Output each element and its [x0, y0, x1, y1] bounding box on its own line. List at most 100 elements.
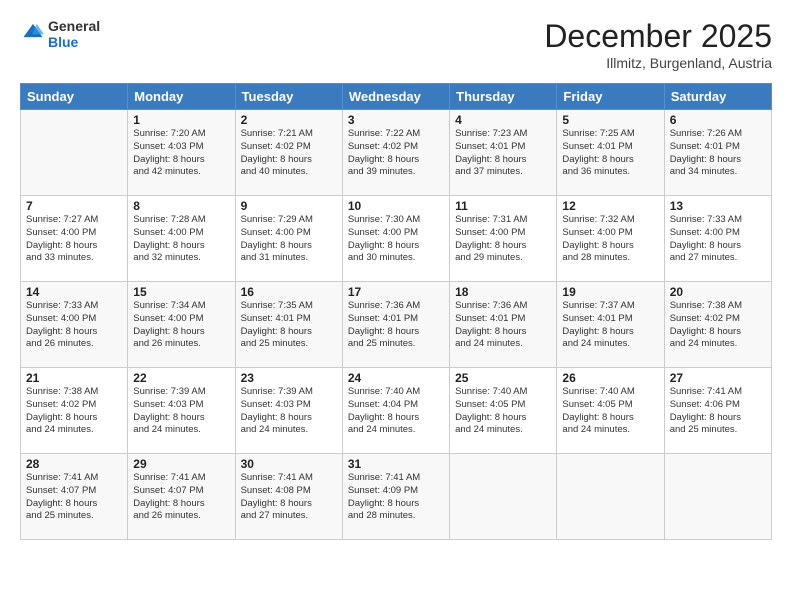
day-info: Sunrise: 7:40 AMSunset: 4:05 PMDaylight:…	[562, 386, 658, 437]
day-info: Sunrise: 7:33 AMSunset: 4:00 PMDaylight:…	[670, 214, 766, 265]
day-number: 5	[562, 113, 658, 127]
calendar-cell: 27Sunrise: 7:41 AMSunset: 4:06 PMDayligh…	[664, 368, 771, 454]
calendar-cell: 22Sunrise: 7:39 AMSunset: 4:03 PMDayligh…	[128, 368, 235, 454]
calendar-week-3: 14Sunrise: 7:33 AMSunset: 4:00 PMDayligh…	[21, 282, 772, 368]
logo-blue: Blue	[48, 34, 100, 50]
calendar-week-5: 28Sunrise: 7:41 AMSunset: 4:07 PMDayligh…	[21, 454, 772, 540]
day-number: 2	[241, 113, 337, 127]
day-number: 6	[670, 113, 766, 127]
day-number: 9	[241, 199, 337, 213]
day-info: Sunrise: 7:41 AMSunset: 4:08 PMDaylight:…	[241, 472, 337, 523]
day-number: 7	[26, 199, 122, 213]
day-number: 4	[455, 113, 551, 127]
calendar-cell: 6Sunrise: 7:26 AMSunset: 4:01 PMDaylight…	[664, 110, 771, 196]
day-number: 21	[26, 371, 122, 385]
day-info: Sunrise: 7:34 AMSunset: 4:00 PMDaylight:…	[133, 300, 229, 351]
calendar-cell: 3Sunrise: 7:22 AMSunset: 4:02 PMDaylight…	[342, 110, 449, 196]
calendar-cell: 30Sunrise: 7:41 AMSunset: 4:08 PMDayligh…	[235, 454, 342, 540]
calendar-cell: 11Sunrise: 7:31 AMSunset: 4:00 PMDayligh…	[450, 196, 557, 282]
logo-general: General	[48, 18, 100, 34]
day-info: Sunrise: 7:21 AMSunset: 4:02 PMDaylight:…	[241, 128, 337, 179]
weekday-header-tuesday: Tuesday	[235, 84, 342, 110]
weekday-header-friday: Friday	[557, 84, 664, 110]
day-info: Sunrise: 7:38 AMSunset: 4:02 PMDaylight:…	[26, 386, 122, 437]
day-number: 18	[455, 285, 551, 299]
day-number: 29	[133, 457, 229, 471]
calendar-cell: 4Sunrise: 7:23 AMSunset: 4:01 PMDaylight…	[450, 110, 557, 196]
weekday-header-thursday: Thursday	[450, 84, 557, 110]
day-info: Sunrise: 7:41 AMSunset: 4:06 PMDaylight:…	[670, 386, 766, 437]
day-number: 11	[455, 199, 551, 213]
calendar-cell	[450, 454, 557, 540]
day-number: 17	[348, 285, 444, 299]
calendar-cell	[664, 454, 771, 540]
day-number: 12	[562, 199, 658, 213]
title-block: December 2025 Illmitz, Burgenland, Austr…	[544, 18, 772, 71]
day-info: Sunrise: 7:41 AMSunset: 4:07 PMDaylight:…	[133, 472, 229, 523]
calendar-cell: 17Sunrise: 7:36 AMSunset: 4:01 PMDayligh…	[342, 282, 449, 368]
day-number: 25	[455, 371, 551, 385]
day-info: Sunrise: 7:31 AMSunset: 4:00 PMDaylight:…	[455, 214, 551, 265]
weekday-header-saturday: Saturday	[664, 84, 771, 110]
calendar-cell: 23Sunrise: 7:39 AMSunset: 4:03 PMDayligh…	[235, 368, 342, 454]
logo: General Blue	[20, 18, 100, 50]
day-info: Sunrise: 7:27 AMSunset: 4:00 PMDaylight:…	[26, 214, 122, 265]
calendar-cell: 8Sunrise: 7:28 AMSunset: 4:00 PMDaylight…	[128, 196, 235, 282]
calendar-cell: 26Sunrise: 7:40 AMSunset: 4:05 PMDayligh…	[557, 368, 664, 454]
calendar-cell: 7Sunrise: 7:27 AMSunset: 4:00 PMDaylight…	[21, 196, 128, 282]
day-number: 20	[670, 285, 766, 299]
day-info: Sunrise: 7:29 AMSunset: 4:00 PMDaylight:…	[241, 214, 337, 265]
day-info: Sunrise: 7:32 AMSunset: 4:00 PMDaylight:…	[562, 214, 658, 265]
calendar-cell: 14Sunrise: 7:33 AMSunset: 4:00 PMDayligh…	[21, 282, 128, 368]
day-info: Sunrise: 7:40 AMSunset: 4:05 PMDaylight:…	[455, 386, 551, 437]
day-info: Sunrise: 7:28 AMSunset: 4:00 PMDaylight:…	[133, 214, 229, 265]
calendar-cell	[21, 110, 128, 196]
calendar-cell: 31Sunrise: 7:41 AMSunset: 4:09 PMDayligh…	[342, 454, 449, 540]
day-number: 1	[133, 113, 229, 127]
calendar-cell	[557, 454, 664, 540]
header: General Blue December 2025 Illmitz, Burg…	[20, 18, 772, 71]
calendar-cell: 28Sunrise: 7:41 AMSunset: 4:07 PMDayligh…	[21, 454, 128, 540]
calendar-cell: 1Sunrise: 7:20 AMSunset: 4:03 PMDaylight…	[128, 110, 235, 196]
calendar-cell: 21Sunrise: 7:38 AMSunset: 4:02 PMDayligh…	[21, 368, 128, 454]
weekday-header-row: SundayMondayTuesdayWednesdayThursdayFrid…	[21, 84, 772, 110]
day-number: 10	[348, 199, 444, 213]
day-info: Sunrise: 7:26 AMSunset: 4:01 PMDaylight:…	[670, 128, 766, 179]
calendar-cell: 18Sunrise: 7:36 AMSunset: 4:01 PMDayligh…	[450, 282, 557, 368]
location: Illmitz, Burgenland, Austria	[544, 55, 772, 71]
calendar-cell: 20Sunrise: 7:38 AMSunset: 4:02 PMDayligh…	[664, 282, 771, 368]
calendar-week-4: 21Sunrise: 7:38 AMSunset: 4:02 PMDayligh…	[21, 368, 772, 454]
day-number: 8	[133, 199, 229, 213]
calendar-cell: 15Sunrise: 7:34 AMSunset: 4:00 PMDayligh…	[128, 282, 235, 368]
logo-icon	[22, 21, 44, 43]
day-number: 19	[562, 285, 658, 299]
month-title: December 2025	[544, 18, 772, 55]
day-info: Sunrise: 7:41 AMSunset: 4:09 PMDaylight:…	[348, 472, 444, 523]
day-info: Sunrise: 7:35 AMSunset: 4:01 PMDaylight:…	[241, 300, 337, 351]
calendar-cell: 16Sunrise: 7:35 AMSunset: 4:01 PMDayligh…	[235, 282, 342, 368]
calendar-cell: 19Sunrise: 7:37 AMSunset: 4:01 PMDayligh…	[557, 282, 664, 368]
calendar-cell: 9Sunrise: 7:29 AMSunset: 4:00 PMDaylight…	[235, 196, 342, 282]
day-number: 13	[670, 199, 766, 213]
day-info: Sunrise: 7:38 AMSunset: 4:02 PMDaylight:…	[670, 300, 766, 351]
calendar-cell: 5Sunrise: 7:25 AMSunset: 4:01 PMDaylight…	[557, 110, 664, 196]
day-number: 23	[241, 371, 337, 385]
day-info: Sunrise: 7:37 AMSunset: 4:01 PMDaylight:…	[562, 300, 658, 351]
day-number: 22	[133, 371, 229, 385]
day-info: Sunrise: 7:41 AMSunset: 4:07 PMDaylight:…	[26, 472, 122, 523]
day-info: Sunrise: 7:36 AMSunset: 4:01 PMDaylight:…	[348, 300, 444, 351]
calendar-week-1: 1Sunrise: 7:20 AMSunset: 4:03 PMDaylight…	[21, 110, 772, 196]
day-number: 16	[241, 285, 337, 299]
calendar-cell: 29Sunrise: 7:41 AMSunset: 4:07 PMDayligh…	[128, 454, 235, 540]
calendar-cell: 24Sunrise: 7:40 AMSunset: 4:04 PMDayligh…	[342, 368, 449, 454]
day-info: Sunrise: 7:33 AMSunset: 4:00 PMDaylight:…	[26, 300, 122, 351]
calendar-cell: 2Sunrise: 7:21 AMSunset: 4:02 PMDaylight…	[235, 110, 342, 196]
day-number: 24	[348, 371, 444, 385]
day-number: 27	[670, 371, 766, 385]
day-info: Sunrise: 7:39 AMSunset: 4:03 PMDaylight:…	[241, 386, 337, 437]
day-info: Sunrise: 7:22 AMSunset: 4:02 PMDaylight:…	[348, 128, 444, 179]
day-info: Sunrise: 7:36 AMSunset: 4:01 PMDaylight:…	[455, 300, 551, 351]
day-info: Sunrise: 7:30 AMSunset: 4:00 PMDaylight:…	[348, 214, 444, 265]
day-info: Sunrise: 7:25 AMSunset: 4:01 PMDaylight:…	[562, 128, 658, 179]
day-info: Sunrise: 7:20 AMSunset: 4:03 PMDaylight:…	[133, 128, 229, 179]
